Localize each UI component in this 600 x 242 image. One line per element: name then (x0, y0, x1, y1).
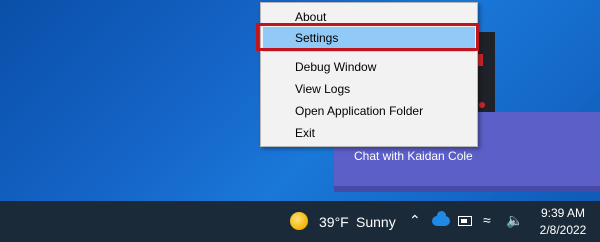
menu-item-settings[interactable]: Settings (263, 27, 475, 49)
menu-item-view-logs[interactable]: View Logs (263, 78, 475, 100)
clock-time[interactable]: 9:39 AM (532, 206, 594, 220)
taskbar: 39°F Sunny ⌃ ≈ 🔈 9:39 AM 2/8/2022 (0, 201, 600, 242)
battery-icon[interactable] (458, 216, 472, 226)
red-badge-icon (479, 102, 485, 108)
menu-item-open-application-folder[interactable]: Open Application Folder (263, 100, 475, 122)
menu-item-debug-window[interactable]: Debug Window (263, 56, 475, 78)
menu-item-exit[interactable]: Exit (263, 122, 475, 144)
weather-temperature[interactable]: 39°F (319, 214, 349, 230)
clock-date[interactable]: 2/8/2022 (532, 223, 594, 237)
chevron-up-icon[interactable]: ⌃ (409, 212, 421, 229)
notification-text: Chat with Kaidan Cole (354, 149, 473, 163)
context-menu: About Settings Debug Window View Logs Op… (260, 2, 478, 147)
sun-icon[interactable] (290, 212, 308, 230)
menu-separator (263, 51, 475, 52)
onedrive-cloud-icon[interactable] (432, 211, 450, 226)
wifi-icon[interactable]: ≈ (483, 212, 491, 228)
notification-bottom-edge (334, 186, 600, 192)
menu-item-about[interactable]: About (263, 6, 475, 28)
weather-condition[interactable]: Sunny (356, 214, 396, 230)
volume-icon[interactable]: 🔈 (506, 212, 523, 229)
